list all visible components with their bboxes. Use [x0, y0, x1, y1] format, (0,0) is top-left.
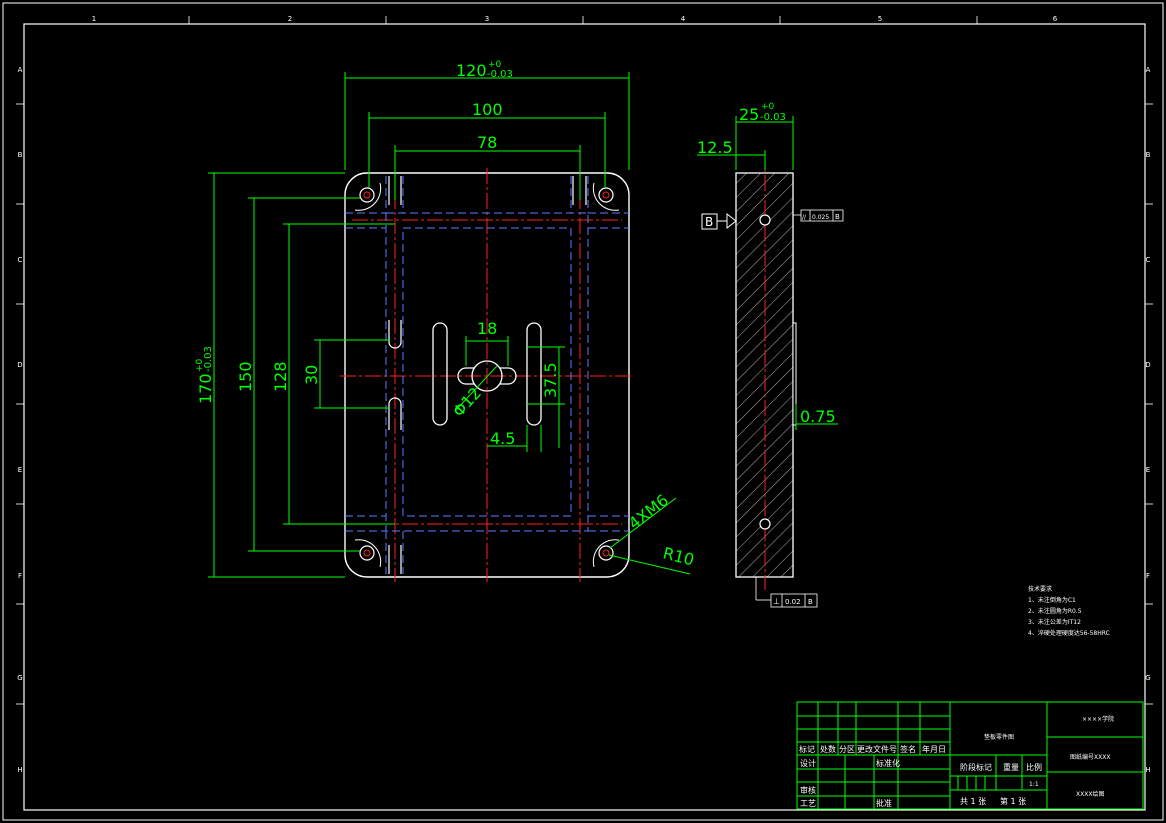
- zone-label: B: [18, 151, 23, 159]
- scale-value: 1:1: [1029, 781, 1039, 788]
- zone-label: A: [18, 66, 23, 74]
- parallel-value: 0.025: [812, 214, 829, 221]
- perp-ref: B: [808, 598, 813, 606]
- zone-label: A: [1146, 66, 1151, 74]
- zone-label: H: [17, 766, 22, 774]
- dim-height-30: 30: [302, 365, 321, 385]
- approve-label: 批准: [876, 798, 892, 808]
- dim-slot-18: 18: [477, 319, 497, 338]
- dim-radius: R10: [661, 543, 696, 569]
- parallel-symbol: //: [802, 214, 807, 221]
- hdr-mark: 标记: [799, 744, 815, 754]
- stage-mark-label: 阶段标记: [960, 762, 992, 772]
- dim-height-170-tol-lower: -0.03: [203, 346, 214, 372]
- side-hole-top: [759, 214, 771, 226]
- dim-depth-0-75: 0.75: [800, 407, 836, 426]
- technical-notes: 技术要求 1、未注倒角为C1 2、未注圆角为R0.5 3、未注公差为IT12 4…: [1028, 585, 1110, 637]
- zone-label: E: [18, 466, 22, 474]
- dim-thickness-25-tol-upper: +0: [761, 102, 775, 112]
- parallel-ref: B: [835, 213, 840, 221]
- drawn-by: XXXX绘图: [1076, 790, 1104, 798]
- front-view: 120 +0 -0.03 100 78 18 4.5 37.5 170 +0 -…: [195, 60, 696, 582]
- side-view: 25 +0 -0.03 12.5 0.75 B // 0.025 B ⊥ 0.0…: [697, 102, 844, 608]
- zone-label: F: [18, 572, 22, 580]
- hdr-date: 年月日: [922, 744, 946, 754]
- dim-thread: 4XM6: [625, 490, 672, 533]
- zone-labels-top: 1 2 3 4 5 6: [92, 15, 1058, 23]
- zone-label: H: [1145, 766, 1150, 774]
- total-sheets: 共 1 张: [960, 797, 986, 806]
- zone-label: 2: [288, 15, 292, 23]
- datum-b: B: [701, 212, 737, 230]
- dim-height-128: 128: [271, 361, 290, 392]
- zone-label: E: [1146, 466, 1150, 474]
- note-item: 1、未注倒角为C1: [1028, 596, 1076, 604]
- zone-label: G: [17, 674, 22, 682]
- center-lines: [340, 168, 634, 582]
- corner-hole-tl: [359, 187, 375, 203]
- front-dimension-text: 120 +0 -0.03 100 78 18 4.5 37.5 170 +0 -…: [195, 60, 696, 569]
- dim-height-150: 150: [236, 361, 255, 392]
- zone-label: 3: [485, 15, 489, 23]
- dim-width-120: 120: [456, 61, 487, 80]
- zone-label: 6: [1053, 15, 1058, 23]
- zone-label: D: [1145, 361, 1150, 369]
- weight-label: 重量: [1003, 762, 1019, 772]
- dim-width-100: 100: [472, 100, 503, 119]
- side-hole-bottom: [759, 518, 771, 530]
- slot-right: [526, 322, 542, 426]
- drawing-number: 图纸编号XXXX: [1070, 753, 1110, 761]
- zone-label: C: [1146, 256, 1151, 264]
- zone-labels-side: A B C D E F G H A B C D E F G H: [17, 66, 1150, 774]
- zone-label: 5: [878, 15, 882, 23]
- hdr-change: 更改文件号: [857, 744, 897, 754]
- zone-label: D: [17, 361, 22, 369]
- zone-label: B: [1146, 151, 1151, 159]
- standardization-label: 标准化: [876, 758, 900, 768]
- process-label: 工艺: [800, 799, 816, 808]
- perp-symbol: ⊥: [773, 597, 780, 606]
- scale-label: 比例: [1026, 762, 1042, 772]
- dim-slot-37-5: 37.5: [541, 362, 560, 398]
- review-label: 审核: [800, 785, 816, 795]
- outer-border: [2, 2, 1164, 821]
- part-name: 垫板零件图: [984, 733, 1014, 741]
- design-label: 设计: [800, 758, 816, 768]
- note-item: 4、淬硬处理硬度达56-58HRC: [1028, 629, 1110, 637]
- note-item: 2、未注圆角为R0.5: [1028, 607, 1082, 615]
- dim-offset-12-5: 12.5: [697, 138, 733, 157]
- zone-ticks: [16, 16, 1153, 705]
- school-name: ××××学院: [1082, 715, 1114, 723]
- zone-label: 4: [681, 15, 686, 23]
- zone-label: F: [1146, 572, 1150, 580]
- dim-slot-4-5: 4.5: [490, 429, 515, 448]
- corner-hole-bl: [359, 545, 375, 561]
- corner-hole-br: [598, 545, 614, 561]
- notes-title: 技术要求: [1028, 585, 1052, 593]
- zone-label: C: [18, 256, 23, 264]
- sheet-number: 第 1 张: [1000, 796, 1026, 806]
- cad-drawing: 1 2 3 4 5 6 A B C D E F G H A B C D E F …: [2, 2, 1164, 821]
- datum-b-label: B: [705, 215, 713, 229]
- perp-value: 0.02: [785, 598, 801, 606]
- slot-left: [432, 322, 448, 426]
- parallelism-frame: // 0.025 B: [793, 209, 844, 222]
- inner-border: [23, 23, 1146, 811]
- corner-hole-tr: [598, 187, 614, 203]
- dim-thickness-25: 25: [739, 105, 759, 124]
- zone-label: G: [1145, 674, 1150, 682]
- zone-label: 1: [92, 15, 96, 23]
- dim-height-170: 170: [196, 373, 215, 404]
- note-item: 3、未注公差为IT12: [1028, 618, 1081, 626]
- dim-width-78: 78: [477, 133, 497, 152]
- hdr-zone: 分区: [839, 745, 855, 754]
- front-dimensions: [208, 72, 691, 578]
- hdr-sign: 签名: [900, 744, 916, 754]
- dim-width-120-tol-lower: -0.03: [487, 69, 513, 80]
- hdr-count: 处数: [820, 744, 836, 754]
- dim-thickness-25-tol-lower: -0.03: [760, 112, 786, 123]
